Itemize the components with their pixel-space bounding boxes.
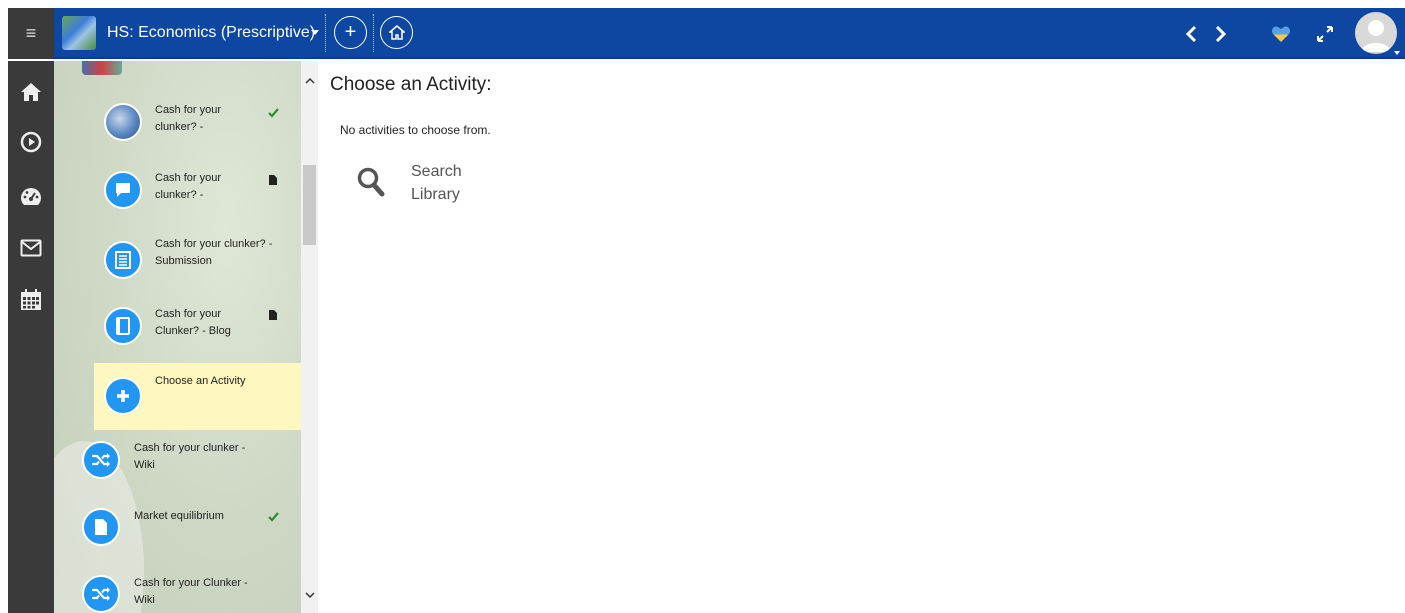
calendar-icon	[21, 289, 41, 310]
activity-label: Cash for your Clunker? - Blog	[155, 308, 231, 337]
avatar-caret[interactable]	[1394, 51, 1400, 55]
activity-label: Market equilibrium	[134, 510, 224, 522]
home-icon	[388, 25, 405, 40]
left-rail	[8, 61, 54, 613]
activity-list-scrollbar[interactable]	[301, 61, 318, 613]
activity-label: Cash for your clunker? -	[155, 172, 222, 201]
plus-icon: +	[344, 21, 357, 43]
chevron-up-icon	[304, 77, 315, 84]
file-icon	[269, 310, 277, 320]
list-item[interactable]: Cash for your clunker - Wiki	[54, 435, 301, 501]
page-title: Choose an Activity:	[330, 74, 492, 95]
activity-type-badge	[104, 171, 142, 209]
expand-icon	[1317, 26, 1333, 42]
chevron-down-icon[interactable]	[311, 30, 319, 35]
menu-button[interactable]: ≡	[8, 8, 54, 59]
plus-icon	[117, 390, 129, 402]
chevron-down-icon	[304, 591, 315, 598]
rail-play-button[interactable]	[8, 127, 54, 157]
activity-label: Cash for your clunker? -	[155, 104, 222, 133]
activity-type-badge	[104, 241, 142, 279]
previous-button[interactable]	[1182, 21, 1200, 47]
activity-list: Cash for your clunker? - Cash for your c…	[54, 61, 301, 613]
fullscreen-button[interactable]	[1315, 21, 1335, 47]
home-icon	[21, 83, 41, 101]
list-item-selected[interactable]: Choose an Activity	[94, 363, 301, 430]
activity-label: Cash for your clunker - Wiki	[134, 442, 246, 471]
course-title[interactable]: HS: Economics (Prescriptive)	[107, 24, 315, 42]
activity-type-badge	[82, 575, 120, 613]
scroll-up-button[interactable]	[301, 73, 318, 87]
shuffle-icon	[92, 587, 110, 601]
top-bar: ≡ HS: Economics (Prescriptive) +	[8, 8, 1405, 59]
list-item[interactable]: Cash for your clunker? -	[54, 165, 301, 231]
app-window: ≡ HS: Economics (Prescriptive) + Cash fo…	[0, 0, 1405, 613]
dashboard-icon	[21, 188, 41, 205]
list-item[interactable]: Cash for your clunker? - Submission	[54, 233, 301, 295]
add-button[interactable]: +	[334, 16, 367, 49]
chevron-right-icon	[1215, 25, 1227, 43]
activity-label: Choose an Activity	[155, 375, 246, 387]
scrollbar-thumb[interactable]	[303, 165, 316, 245]
shuffle-icon	[92, 453, 110, 467]
list-item[interactable]: Market equilibrium	[54, 503, 301, 565]
list-item[interactable]: Cash for your Clunker - Wiki	[54, 569, 301, 613]
activity-thumbnail[interactable]	[82, 61, 122, 75]
rail-calendar-button[interactable]	[8, 285, 54, 315]
course-thumbnail[interactable]	[62, 16, 96, 50]
activity-type-badge	[104, 377, 142, 415]
next-button[interactable]	[1212, 21, 1230, 47]
check-icon	[268, 108, 279, 118]
activity-type-badge	[82, 508, 120, 546]
home-button[interactable]	[380, 16, 413, 49]
play-circle-icon	[20, 131, 42, 153]
activity-label: Cash for your Clunker - Wiki	[134, 577, 248, 606]
list-item[interactable]: Cash for your Clunker? - Blog	[54, 301, 301, 363]
empty-state-message: No activities to choose from.	[340, 123, 491, 137]
menu-icon: ≡	[25, 23, 37, 43]
avatar[interactable]	[1355, 12, 1397, 54]
activity-type-badge	[104, 307, 142, 345]
activity-label: Cash for your clunker? - Submission	[155, 238, 273, 267]
search-icon	[357, 167, 385, 197]
scroll-down-button[interactable]	[301, 588, 318, 602]
rail-mail-button[interactable]	[8, 233, 54, 263]
file-icon	[269, 175, 277, 185]
divider	[373, 14, 374, 52]
user-icon	[1361, 20, 1391, 52]
check-icon	[268, 512, 279, 522]
divider	[325, 14, 326, 52]
heart-icon	[1271, 26, 1291, 42]
envelope-icon	[20, 239, 42, 257]
favorite-button[interactable]	[1270, 21, 1292, 47]
list-document-icon	[115, 251, 131, 269]
activity-type-badge	[82, 441, 120, 479]
list-item[interactable]: Cash for your clunker? -	[54, 99, 301, 161]
search-library-label: Search Library	[411, 163, 462, 203]
search-library-button[interactable]: Search Library	[356, 160, 486, 210]
chat-bubble-icon	[116, 183, 130, 197]
rail-home-button[interactable]	[8, 77, 54, 107]
rail-dashboard-button[interactable]	[8, 182, 54, 212]
chevron-left-icon	[1185, 25, 1197, 43]
book-icon	[116, 317, 130, 335]
photo-thumbnail	[104, 103, 142, 141]
document-icon	[95, 519, 107, 535]
